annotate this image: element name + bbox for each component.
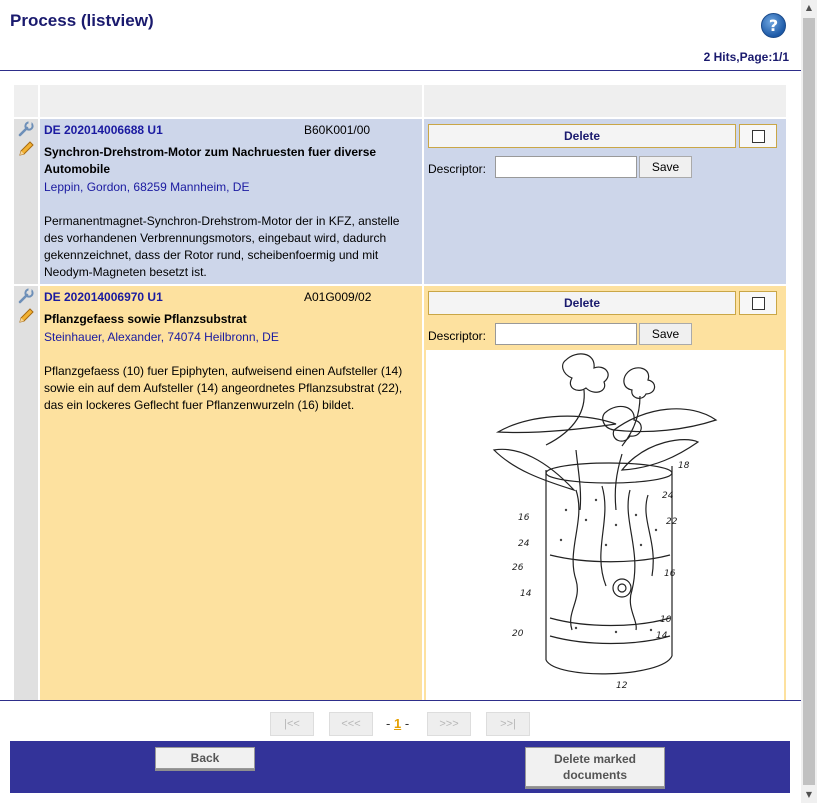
scroll-thumb[interactable] (803, 18, 815, 785)
plant-container-drawing: 18 24 22 16 24 26 14 16 10 20 14 12 (492, 353, 718, 691)
delete-marked-line1: Delete marked (553, 752, 637, 766)
record-title: Synchron-Drehstrom-Motor zum Nachruesten… (44, 145, 377, 176)
drawing-label: 26 (512, 563, 524, 573)
save-button[interactable]: Save (639, 323, 692, 345)
page-indicator: - 1 - (386, 716, 409, 731)
record-abstract: Pflanzgefaess (10) fuer Epiphyten, aufwe… (44, 364, 403, 412)
record-actions: Delete Descriptor: Save (424, 119, 786, 284)
publication-number-link[interactable]: DE 202014006688 U1 (44, 123, 163, 137)
row-icons (14, 119, 38, 284)
applicant-link[interactable]: Steinhauer, Alexander, 74074 Heilbronn, … (44, 330, 279, 344)
applicant-link[interactable]: Leppin, Gordon, 68259 Mannheim, DE (44, 180, 249, 194)
record-text: DE 202014006688 U1 B60K001/00 Synchron-D… (40, 119, 422, 284)
page-prefix: - (386, 716, 391, 731)
header-divider (0, 70, 801, 71)
record-abstract: Permanentmagnet-Synchron-Drehstrom-Motor… (44, 214, 400, 279)
descriptor-label: Descriptor: (428, 162, 487, 176)
pencil-icon[interactable] (17, 141, 35, 157)
drawing-label: 18 (678, 461, 690, 471)
drawing-label: 16 (664, 569, 676, 579)
delete-marked-line2: documents (562, 768, 627, 782)
mark-checkbox-cell (739, 124, 777, 148)
pager-divider (0, 700, 801, 701)
record-text: DE 202014006970 U1 A01G009/02 Pflanzgefa… (40, 286, 422, 701)
drawing-label: 14 (656, 631, 668, 641)
current-page-link[interactable]: 1 (394, 716, 401, 731)
ipc-class: A01G009/02 (304, 290, 372, 304)
help-icon[interactable]: ? (761, 13, 786, 38)
publication-number-link[interactable]: DE 202014006970 U1 (44, 290, 163, 304)
back-button[interactable]: Back (155, 747, 255, 769)
table-row: DE 202014006970 U1 A01G009/02 Pflanzgefa… (14, 286, 786, 701)
header-cell-text (40, 85, 422, 117)
wrench-icon[interactable] (17, 288, 35, 304)
header-cell-actions (424, 85, 786, 117)
scroll-up-arrow-icon[interactable]: ▲ (801, 0, 817, 16)
drawing-label: 12 (616, 681, 628, 691)
patent-drawing[interactable]: 18 24 22 16 24 26 14 16 10 20 14 12 (426, 350, 784, 700)
record-actions: Delete Descriptor: Save (424, 286, 786, 701)
descriptor-input[interactable] (495, 323, 637, 345)
drawing-label: 22 (666, 517, 678, 527)
table-header (14, 85, 786, 117)
ipc-class: B60K001/00 (304, 123, 371, 137)
mark-checkbox[interactable] (752, 130, 765, 143)
table-row: DE 202014006688 U1 B60K001/00 Synchron-D… (14, 119, 786, 284)
wrench-icon[interactable] (17, 121, 35, 137)
descriptor-label: Descriptor: (428, 329, 487, 343)
drawing-label: 16 (518, 513, 530, 523)
mark-checkbox[interactable] (752, 297, 765, 310)
drawing-label: 20 (512, 629, 524, 639)
save-button[interactable]: Save (639, 156, 692, 178)
delete-button[interactable]: Delete (428, 291, 736, 315)
process-listview-page: Process (listview) ? 2 Hits,Page:1/1 DE … (0, 0, 801, 803)
descriptor-input[interactable] (495, 156, 637, 178)
footer-bar: Back Delete marked documents (10, 741, 790, 793)
pencil-icon[interactable] (17, 308, 35, 324)
page-suffix: - (404, 716, 410, 731)
drawing-label: 14 (520, 589, 532, 599)
page-title: Process (listview) (10, 11, 154, 30)
scroll-down-arrow-icon[interactable]: ▼ (801, 787, 817, 803)
record-title: Pflanzgefaess sowie Pflanzsubstrat (44, 312, 247, 326)
hits-info: 2 Hits,Page:1/1 (703, 50, 789, 64)
delete-button[interactable]: Delete (428, 124, 736, 148)
next-page-button[interactable]: >>> (427, 712, 471, 736)
delete-marked-documents-button[interactable]: Delete marked documents (525, 747, 665, 787)
first-page-button[interactable]: |<< (270, 712, 314, 736)
prev-page-button[interactable]: <<< (329, 712, 373, 736)
drawing-label: 10 (660, 615, 672, 625)
row-icons (14, 286, 38, 701)
drawing-label: 24 (662, 491, 674, 501)
vertical-scrollbar[interactable]: ▲ ▼ (801, 0, 817, 803)
drawing-label: 24 (518, 539, 530, 549)
last-page-button[interactable]: >>| (486, 712, 530, 736)
header-cell-icons (14, 85, 38, 117)
mark-checkbox-cell (739, 291, 777, 315)
